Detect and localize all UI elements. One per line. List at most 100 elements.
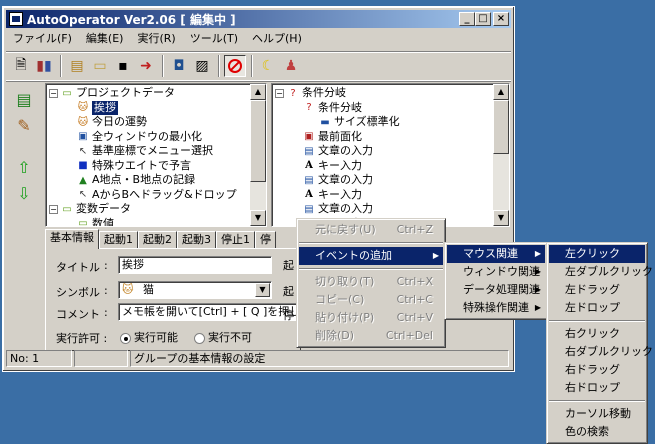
- menu-item[interactable]: データ処理関連 ▶: [447, 281, 545, 299]
- tab-basic-info[interactable]: 基本情報: [45, 229, 99, 249]
- project-tree[interactable]: − ▭ プロジェクトデータ 🐱 挨拶 🐱 今日の運勢 ▣ 全ウィンドウの最小化 ↖ 基準座標でメニュ…: [45, 83, 267, 227]
- event-tree-item[interactable]: ▤ 文章の入力: [275, 173, 509, 188]
- scroll-up-icon[interactable]: ▲: [493, 84, 509, 100]
- scroll-thumb[interactable]: [250, 100, 266, 182]
- project-tree-item[interactable]: ■ 特殊ウエイトで予言: [49, 159, 266, 174]
- submenu-arrow-icon: ▶: [534, 285, 541, 294]
- menu-item[interactable]: 切り取り(T) Ctrl+X: [299, 273, 443, 291]
- menu-edit[interactable]: 編集(E): [79, 30, 131, 46]
- project-tree-item[interactable]: ↖ 基準座標でメニュー選択: [49, 144, 266, 159]
- menu-item[interactable]: 左ダブルクリック: [549, 263, 653, 281]
- menu-separator: [299, 242, 443, 244]
- exec-off-radio[interactable]: 実行不可: [194, 329, 252, 345]
- menu-item[interactable]: 右ドロップ: [549, 379, 645, 397]
- menu-item[interactable]: 色の検索: [549, 423, 645, 441]
- menu-item[interactable]: 特殊操作関連 ▶: [447, 299, 545, 317]
- project-tree-label: プロジェクトデータ: [76, 86, 175, 100]
- tab-start1[interactable]: 起動1: [99, 231, 138, 249]
- scroll-thumb[interactable]: [493, 100, 509, 154]
- scroll-up-icon[interactable]: ▲: [250, 84, 266, 100]
- move-down-icon[interactable]: ⇩: [12, 181, 36, 205]
- chart-icon[interactable]: ▮ ▮: [33, 55, 55, 77]
- scroll-down-icon[interactable]: ▼: [493, 210, 509, 226]
- event-tree-item[interactable]: A キー入力: [275, 188, 509, 203]
- title-field[interactable]: 挨拶: [118, 256, 272, 274]
- event-tree-item[interactable]: ▤ 文章の入力: [275, 202, 509, 217]
- symbol-combo[interactable]: 🐱 猫 ▼: [118, 281, 272, 299]
- project-tree-item[interactable]: 🐱 挨拶: [49, 100, 266, 116]
- menu-item[interactable]: コピー(C) Ctrl+C: [299, 291, 443, 309]
- menu-item[interactable]: ウィンドウ関連 ▶: [447, 263, 545, 281]
- project-tree-item[interactable]: ▲ A地点・B地点の記録: [49, 173, 266, 188]
- menu-item[interactable]: 左ドラッグ: [549, 281, 645, 299]
- menu-item[interactable]: 左ドロップ: [549, 299, 645, 317]
- camera-icon[interactable]: ▨: [191, 55, 213, 77]
- menu-item[interactable]: 右ドラッグ: [549, 361, 645, 379]
- menu-item[interactable]: 元に戻す(U) Ctrl+Z: [299, 221, 443, 239]
- menu-shortcut: Ctrl+C: [396, 293, 433, 306]
- person-icon[interactable]: ♟: [280, 55, 302, 77]
- menu-file[interactable]: ファイル(F): [6, 30, 79, 46]
- event-tree-item[interactable]: ▣ 最前面化: [275, 130, 509, 145]
- menu-item-label: 右ドロップ: [565, 381, 620, 394]
- menu-item-label: 削除(D): [315, 329, 355, 342]
- comment-field[interactable]: メモ帳を開いて[Ctrl] + [ Q ]を押して: [118, 303, 302, 321]
- tab-start2[interactable]: 起動2: [138, 231, 177, 249]
- project-tree-item[interactable]: ▭ 数値: [49, 216, 266, 227]
- move-up-icon[interactable]: ⇧: [12, 155, 36, 179]
- project-tree-label: 今日の運勢: [92, 115, 147, 129]
- minimize-button[interactable]: _: [459, 12, 475, 26]
- event-tree-item[interactable]: ? 条件分岐: [275, 101, 509, 116]
- project-tree-item[interactable]: ▣ 全ウィンドウの最小化: [49, 130, 266, 145]
- stop-icon[interactable]: [224, 55, 246, 77]
- save-icon[interactable]: ▪: [112, 55, 134, 77]
- edit-list-icon[interactable]: ▤: [12, 87, 36, 111]
- open-folder-icon[interactable]: ▭: [89, 55, 111, 77]
- menu-item-label: 左ドラッグ: [565, 283, 620, 296]
- menu-item[interactable]: 左クリック: [549, 245, 645, 263]
- expander-icon[interactable]: −: [49, 204, 58, 214]
- chevron-down-icon[interactable]: ▼: [255, 283, 270, 297]
- tab-stop1[interactable]: 停止1: [216, 231, 255, 249]
- project-tree-item[interactable]: − ▭ 変数データ: [49, 202, 266, 217]
- menu-item[interactable]: 削除(D) Ctrl+Del: [299, 327, 443, 345]
- menu-item[interactable]: イベントの追加 ▶: [299, 247, 443, 265]
- event-tree[interactable]: −? 条件分岐? 条件分岐 ▬ サイズ標準化 ▣ 最前面化 ▤ 文章の入力 A キー入力 ▤ 文章の入力…: [271, 83, 510, 227]
- title-bar[interactable]: AutoOperator Ver2.06 [ 編集中 ] _ □ ×: [6, 10, 511, 28]
- tab-stop2[interactable]: 停: [255, 231, 276, 249]
- event-tree-item[interactable]: ▤ 文章の入力: [275, 144, 509, 159]
- blue-square-icon: ■: [78, 160, 88, 172]
- menu-item[interactable]: マウス関連 ▶: [447, 245, 545, 263]
- expander-icon[interactable]: −: [275, 88, 284, 98]
- event-tree-item[interactable]: ▬ サイズ標準化: [275, 115, 509, 130]
- menu-tools[interactable]: ツール(T): [183, 30, 245, 46]
- open-icon[interactable]: ▤: [66, 55, 88, 77]
- pencil-icon[interactable]: ✎: [12, 113, 36, 137]
- maximize-button[interactable]: □: [475, 12, 491, 26]
- menu-item[interactable]: カーソル移動: [549, 405, 645, 423]
- menu-item[interactable]: 貼り付け(P) Ctrl+V: [299, 309, 443, 327]
- project-tree-item[interactable]: ↖ AからBへドラッグ&ドロップ: [49, 188, 266, 203]
- project-tree-label: 数値: [92, 216, 114, 227]
- folder-icon: ▭: [78, 218, 88, 227]
- menu-help[interactable]: ヘルプ(H): [245, 30, 309, 46]
- window-icon[interactable]: ◘: [168, 55, 190, 77]
- event-tree-item[interactable]: A キー入力: [275, 159, 509, 174]
- menu-item-label: 右ドラッグ: [565, 363, 620, 376]
- project-tree-item[interactable]: − ▭ プロジェクトデータ: [49, 86, 266, 101]
- exec-on-radio[interactable]: 実行可能: [120, 329, 178, 345]
- project-tree-item[interactable]: 🐱 今日の運勢: [49, 115, 266, 130]
- event-tree-item[interactable]: −? 条件分岐: [275, 86, 509, 101]
- moon-icon[interactable]: ☾: [257, 55, 279, 77]
- event-tree-scrollbar[interactable]: ▲ ▼: [493, 84, 509, 226]
- menu-item[interactable]: 右ダブルクリック: [549, 343, 653, 361]
- new-doc-icon[interactable]: 🗎: [10, 55, 32, 77]
- menu-item[interactable]: 右クリック: [549, 325, 645, 343]
- close-button[interactable]: ×: [493, 12, 509, 26]
- tab-start3[interactable]: 起動3: [177, 231, 216, 249]
- project-tree-scrollbar[interactable]: ▲ ▼: [250, 84, 266, 226]
- export-icon[interactable]: ➜: [135, 55, 157, 77]
- expander-icon[interactable]: −: [49, 88, 58, 98]
- scroll-down-icon[interactable]: ▼: [250, 210, 266, 226]
- menu-run[interactable]: 実行(R): [130, 30, 182, 46]
